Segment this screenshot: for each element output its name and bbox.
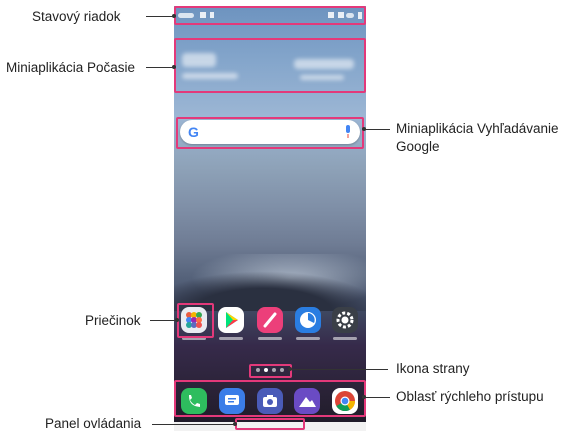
app-label — [219, 337, 243, 340]
folder-highlight — [177, 303, 214, 338]
search-widget-label-line2: Google — [396, 139, 440, 154]
weather-widget-leader — [146, 67, 174, 68]
leader-dot — [233, 422, 237, 426]
app-label — [258, 337, 282, 340]
weather-widget-label: Miniaplikácia Počasie — [6, 60, 136, 75]
quick-access-leader — [364, 397, 390, 398]
page-icon-leader — [290, 369, 388, 370]
search-widget-label-line1: Miniaplikácia Vyhľadávanie — [396, 121, 559, 136]
status-bar-leader — [146, 16, 174, 17]
folder-label: Priečinok — [85, 313, 141, 328]
control-panel-leader — [152, 424, 235, 425]
control-panel-highlight — [235, 418, 305, 430]
status-bar-highlight — [174, 6, 366, 25]
clock-icon[interactable] — [295, 307, 321, 333]
leader-dot — [175, 318, 179, 322]
leader-dot — [172, 14, 176, 18]
page-icon-highlight — [249, 364, 292, 378]
leader-dot — [288, 367, 292, 371]
folder-leader — [150, 320, 177, 321]
play-store-icon[interactable] — [218, 307, 244, 333]
page-icon-label: Ikona strany — [396, 361, 470, 376]
figure: G Stavový riadok Miniaplikácia Počasie M… — [0, 0, 573, 431]
app-label — [333, 337, 357, 340]
leader-dot — [362, 127, 366, 131]
app-label — [296, 337, 320, 340]
pen-icon[interactable] — [257, 307, 283, 333]
control-panel-label: Panel ovládania — [45, 416, 142, 431]
leader-dot — [172, 65, 176, 69]
quick-access-highlight — [174, 380, 366, 417]
weather-widget-highlight — [174, 38, 366, 93]
leader-dot — [362, 395, 366, 399]
status-bar-label: Stavový riadok — [32, 9, 121, 24]
search-widget-leader — [364, 129, 390, 130]
quick-access-label: Oblasť rýchleho prístupu — [396, 389, 544, 404]
settings-icon[interactable] — [332, 307, 358, 333]
search-widget-highlight — [176, 117, 364, 149]
